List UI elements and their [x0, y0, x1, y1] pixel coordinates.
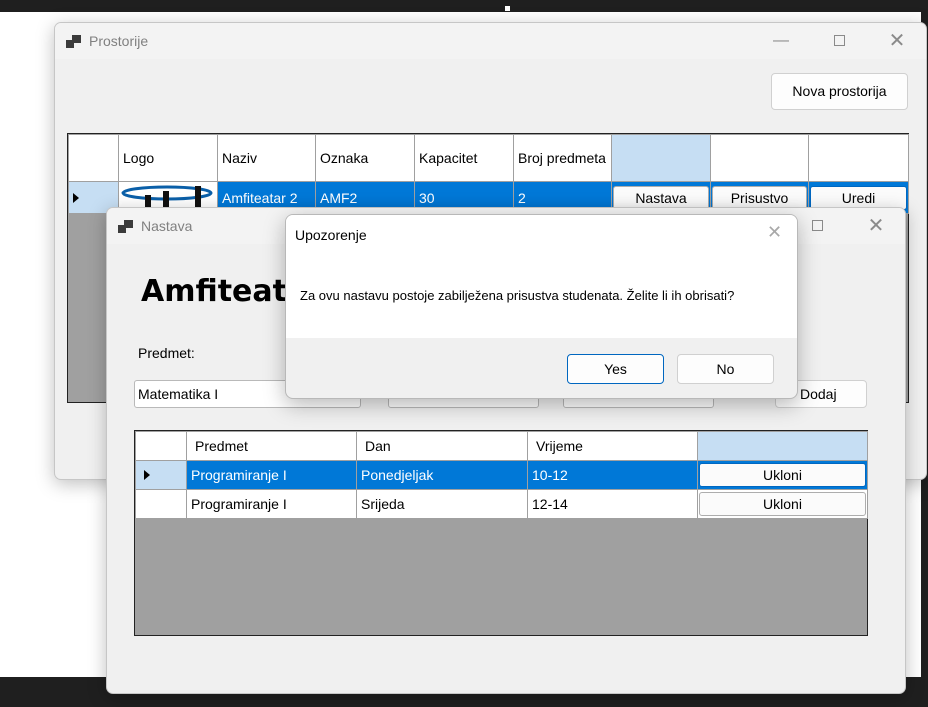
minimize-button[interactable]: —	[758, 23, 804, 59]
dialog-body: Za ovu nastavu postoje zabilježena prisu…	[286, 253, 797, 338]
no-button[interactable]: No	[677, 354, 774, 384]
ukloni-button[interactable]: Ukloni	[699, 492, 866, 516]
current-row-icon	[144, 470, 150, 480]
predmet-value: Matematika I	[138, 386, 219, 402]
col-header-logo[interactable]: Logo	[118, 134, 218, 182]
dialog-message: Za ovu nastavu postoje zabilježena prisu…	[300, 288, 735, 303]
cell-ukloni: Ukloni	[697, 489, 868, 519]
uredi-button[interactable]: Uredi	[810, 185, 907, 210]
row-selector[interactable]	[135, 489, 187, 519]
col-header-prisustvo[interactable]	[710, 134, 809, 182]
close-button[interactable]: ✕	[853, 208, 899, 244]
grid-header-row: Predmet Dan Vrijeme	[135, 431, 868, 461]
col-header-naziv[interactable]: Naziv	[217, 134, 316, 182]
app-icon	[66, 35, 82, 48]
col-header-ukloni[interactable]	[697, 431, 868, 461]
cell-predmet[interactable]: Programiranje I	[186, 489, 357, 519]
window-title: Prostorije	[89, 33, 149, 49]
cell-vrijeme[interactable]: 10-12	[527, 460, 698, 490]
window-title: Nastava	[141, 218, 193, 234]
cell-ukloni: Ukloni	[697, 460, 868, 490]
logo-image	[121, 185, 213, 209]
col-header-dan[interactable]: Dan	[356, 431, 528, 461]
row-selector[interactable]	[135, 460, 187, 490]
close-button[interactable]: ✕	[874, 23, 920, 59]
dialog-titlebar[interactable]: Upozorenje ✕	[286, 215, 797, 253]
col-header-kapacitet[interactable]: Kapacitet	[414, 134, 514, 182]
dialog-title: Upozorenje	[295, 227, 367, 243]
prostorije-titlebar[interactable]: Prostorije — ✕	[55, 23, 926, 59]
upozorenje-dialog: Upozorenje ✕ Za ovu nastavu postoje zabi…	[285, 214, 798, 399]
yes-button[interactable]: Yes	[567, 354, 664, 384]
row-header-corner	[135, 431, 187, 461]
cell-dan[interactable]: Srijeda	[356, 489, 528, 519]
prisustvo-button[interactable]: Prisustvo	[712, 185, 807, 210]
app-icon	[118, 220, 134, 233]
maximize-icon	[833, 35, 845, 47]
maximize-button[interactable]	[794, 208, 840, 244]
nova-prostorija-button[interactable]: Nova prostorija	[771, 73, 908, 110]
col-header-broj-predmeta[interactable]: Broj predmeta	[513, 134, 612, 182]
ukloni-button[interactable]: Ukloni	[699, 463, 866, 487]
top-bar-marker	[505, 6, 510, 11]
maximize-button[interactable]	[816, 23, 862, 59]
close-button[interactable]: ✕	[767, 222, 782, 243]
col-header-oznaka[interactable]: Oznaka	[315, 134, 415, 182]
predmet-label: Predmet:	[138, 345, 195, 361]
row-header-corner	[68, 134, 119, 182]
grid-header-row: Logo Naziv Oznaka Kapacitet Broj predmet…	[68, 134, 909, 182]
nastava-button[interactable]: Nastava	[613, 185, 709, 210]
cell-vrijeme[interactable]: 12-14	[527, 489, 698, 519]
nastava-grid: Predmet Dan Vrijeme Programiranje I Pone…	[134, 430, 868, 636]
col-header-vrijeme[interactable]: Vrijeme	[527, 431, 698, 461]
col-header-uredi[interactable]	[808, 134, 909, 182]
cell-dan[interactable]: Ponedjeljak	[356, 460, 528, 490]
maximize-icon	[811, 220, 823, 232]
current-row-icon	[73, 192, 79, 203]
table-row[interactable]: Programiranje I Ponedjeljak 10-12 Ukloni	[135, 460, 868, 490]
col-header-nastava[interactable]	[611, 134, 711, 182]
cell-predmet[interactable]: Programiranje I	[186, 460, 357, 490]
col-header-predmet[interactable]: Predmet	[186, 431, 357, 461]
table-row[interactable]: Programiranje I Srijeda 12-14 Ukloni	[135, 489, 868, 519]
screen-top-bar	[0, 0, 928, 12]
